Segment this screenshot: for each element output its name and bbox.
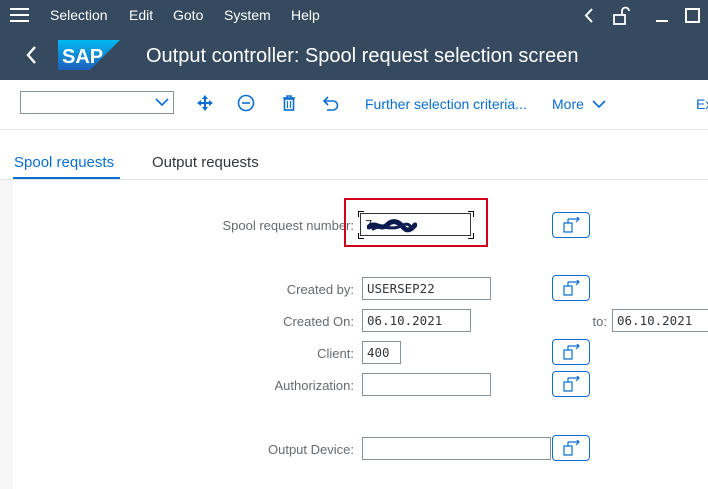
menu-goto[interactable]: Goto bbox=[173, 7, 203, 24]
chevron-down-icon bbox=[155, 98, 169, 107]
tab-strip: Spool requests Output requests bbox=[0, 130, 708, 180]
delete-trash-icon[interactable] bbox=[279, 93, 299, 113]
multiple-selection-button[interactable] bbox=[552, 212, 590, 238]
unlock-icon[interactable] bbox=[612, 6, 630, 25]
created-on-from-field[interactable]: 06.10.2021 bbox=[362, 309, 471, 332]
maximize-icon[interactable] bbox=[684, 6, 701, 25]
authorization-label: Authorization: bbox=[274, 378, 355, 393]
more-menu-button[interactable]: More bbox=[552, 96, 606, 113]
menu-system[interactable]: System bbox=[224, 7, 271, 24]
created-on-to-value: 06.10.2021 bbox=[617, 313, 693, 328]
toolbar: Further selection criteria... More Exit bbox=[0, 80, 708, 130]
svg-text:SAP: SAP bbox=[62, 46, 103, 68]
multiple-selection-icon bbox=[563, 217, 580, 233]
multiple-selection-button[interactable] bbox=[552, 339, 590, 365]
spool-request-number-label: Spool request number: bbox=[222, 218, 354, 233]
more-label: More bbox=[552, 96, 584, 112]
multiple-selection-icon bbox=[563, 440, 580, 456]
multiple-selection-button[interactable] bbox=[552, 275, 590, 301]
created-by-value: USERSEP22 bbox=[367, 281, 435, 296]
multiple-selection-button[interactable] bbox=[552, 371, 590, 397]
back-arrow-icon[interactable] bbox=[20, 43, 44, 67]
tab-spool-requests[interactable]: Spool requests bbox=[14, 154, 114, 172]
chevron-left-icon[interactable] bbox=[582, 6, 596, 25]
title-bar: SAP Output controller: Spool request sel… bbox=[0, 31, 708, 80]
minimize-icon[interactable] bbox=[654, 6, 670, 25]
chevron-down-icon bbox=[592, 100, 606, 109]
further-selection-criteria-button[interactable]: Further selection criteria... bbox=[365, 96, 527, 113]
created-by-label: Created by: bbox=[286, 282, 354, 297]
hamburger-menu-icon[interactable] bbox=[10, 8, 29, 23]
sap-logo: SAP bbox=[58, 40, 120, 70]
variant-dropdown[interactable] bbox=[20, 91, 174, 114]
remove-circle-icon[interactable] bbox=[236, 93, 256, 113]
created-on-to-label: to: bbox=[592, 314, 607, 329]
menu-help[interactable]: Help bbox=[291, 7, 320, 24]
created-on-from-value: 06.10.2021 bbox=[367, 313, 443, 328]
client-field[interactable]: 400 bbox=[362, 341, 401, 364]
exit-button[interactable]: Exit bbox=[696, 96, 708, 113]
multiple-selection-icon bbox=[563, 344, 580, 360]
page-title: Output controller: Spool request selecti… bbox=[146, 45, 579, 67]
multiple-selection-icon bbox=[563, 280, 580, 296]
created-by-field[interactable]: USERSEP22 bbox=[362, 277, 491, 300]
menu-selection[interactable]: Selection bbox=[50, 7, 108, 24]
created-on-label: Created On: bbox=[283, 314, 354, 329]
menu-edit[interactable]: Edit bbox=[129, 7, 153, 24]
output-device-field[interactable] bbox=[362, 437, 551, 460]
undo-icon[interactable] bbox=[321, 93, 341, 113]
client-label: Client: bbox=[317, 346, 354, 361]
multiple-selection-button[interactable] bbox=[552, 435, 590, 461]
highlight-box bbox=[344, 198, 488, 247]
move-arrows-icon[interactable] bbox=[195, 93, 215, 113]
output-device-label: Output Device: bbox=[268, 442, 354, 457]
authorization-field[interactable] bbox=[362, 373, 491, 396]
menu-bar: Selection Edit Goto System Help bbox=[0, 0, 708, 31]
created-on-to-field[interactable]: 06.10.2021 bbox=[612, 309, 708, 332]
multiple-selection-icon bbox=[563, 376, 580, 392]
client-value: 400 bbox=[367, 345, 390, 360]
tab-output-requests[interactable]: Output requests bbox=[152, 154, 259, 172]
